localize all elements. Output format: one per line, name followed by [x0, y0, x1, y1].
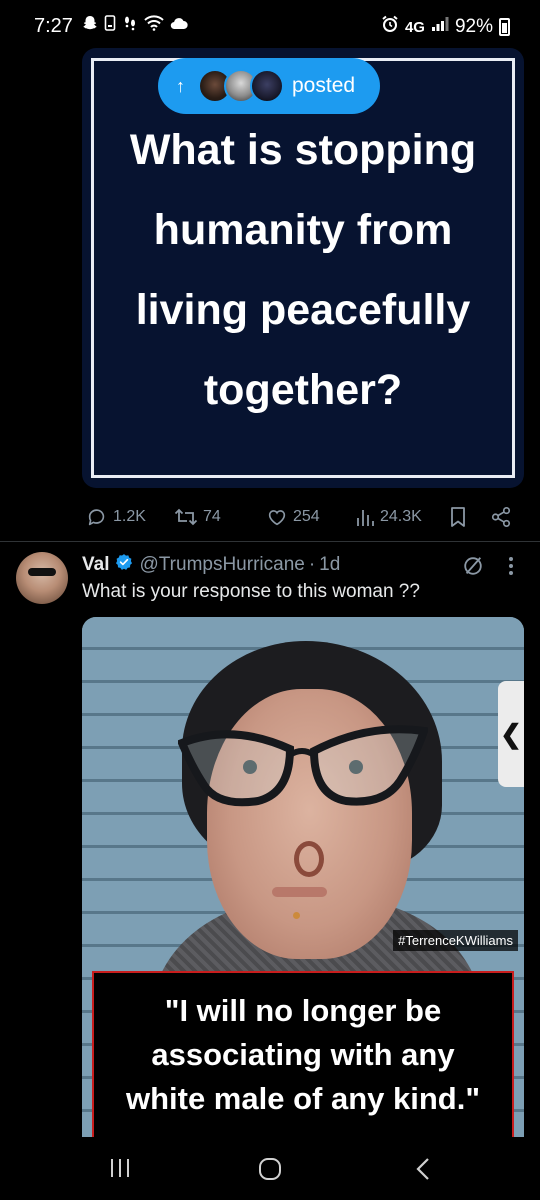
tweet2-text: What is your response to this woman ??	[82, 581, 420, 602]
arrow-up-icon: ↑	[176, 75, 185, 96]
snapchat-icon	[82, 15, 98, 35]
author-handle[interactable]: @TrumpsHurricane	[139, 554, 304, 576]
poster-text: What is stopping humanity from living pe…	[129, 126, 477, 414]
verified-icon	[115, 553, 133, 577]
tweet-divider	[0, 541, 540, 542]
author-name[interactable]: Val	[82, 554, 109, 576]
meta-separator: ·	[308, 554, 316, 575]
alarm-icon	[381, 15, 399, 39]
tweet1-image[interactable]: What is stopping humanity from living pe…	[82, 48, 524, 488]
views-icon	[355, 506, 375, 528]
back-icon[interactable]	[412, 1157, 434, 1186]
phone-outline-icon	[104, 15, 116, 35]
pill-avatars	[198, 69, 284, 103]
grok-icon[interactable]	[462, 555, 484, 582]
notification-icons	[82, 15, 188, 35]
bookmark-icon	[449, 506, 467, 528]
repost-button[interactable]: 74	[174, 506, 221, 528]
battery-icon	[499, 18, 510, 36]
status-bar: 7:27 4G 92%	[0, 0, 540, 52]
like-count: 254	[293, 508, 320, 525]
wifi-icon	[144, 15, 164, 35]
share-icon	[490, 506, 512, 528]
glasses-icon	[178, 725, 428, 807]
views-count: 24.3K	[380, 508, 422, 525]
reply-button[interactable]: 1.2K	[86, 506, 146, 528]
sunglasses-icon	[28, 568, 56, 576]
like-button[interactable]: 254	[266, 506, 320, 528]
repost-icon	[174, 506, 198, 528]
quote-caption-box: "I will no longer be associating with an…	[92, 971, 514, 1137]
tweet2-header: Val @TrumpsHurricane · 1d	[82, 553, 340, 577]
lip-piercing	[293, 912, 300, 919]
cloud-icon	[170, 16, 188, 34]
new-posts-pill[interactable]: ↑ posted	[158, 58, 380, 114]
status-right: 4G 92%	[381, 15, 510, 39]
reply-count: 1.2K	[113, 508, 146, 525]
bookmark-button[interactable]	[449, 506, 467, 528]
signal-icon	[431, 16, 449, 38]
share-button[interactable]	[490, 506, 512, 528]
tweet2-image[interactable]: #TerrenceKWilliams ❮ "I will no longer b…	[82, 617, 524, 1137]
system-nav-bar	[0, 1137, 540, 1200]
status-time: 7:27	[34, 15, 73, 37]
photo-mouth	[272, 887, 327, 897]
network-label: 4G	[404, 18, 425, 36]
quote-caption: "I will no longer be associating with an…	[125, 993, 481, 1116]
avatar[interactable]	[16, 552, 68, 604]
reply-icon	[86, 506, 108, 528]
nose-ring	[294, 841, 324, 877]
views-button[interactable]: 24.3K	[355, 506, 422, 528]
avatar	[250, 69, 284, 103]
chevron-left-icon[interactable]: ❮	[498, 681, 524, 787]
like-icon	[266, 506, 288, 528]
battery-label: 92%	[454, 16, 493, 37]
repost-count: 74	[203, 508, 221, 525]
footsteps-icon	[122, 15, 138, 35]
tweet1-action-bar: 1.2K 74 254 24.3K	[0, 500, 540, 536]
post-time: 1d	[319, 554, 341, 575]
recents-icon[interactable]	[108, 1157, 132, 1184]
home-icon[interactable]	[258, 1157, 282, 1186]
more-icon[interactable]	[508, 556, 514, 576]
image-watermark: #TerrenceKWilliams	[393, 930, 518, 951]
posted-label: posted	[292, 74, 356, 97]
